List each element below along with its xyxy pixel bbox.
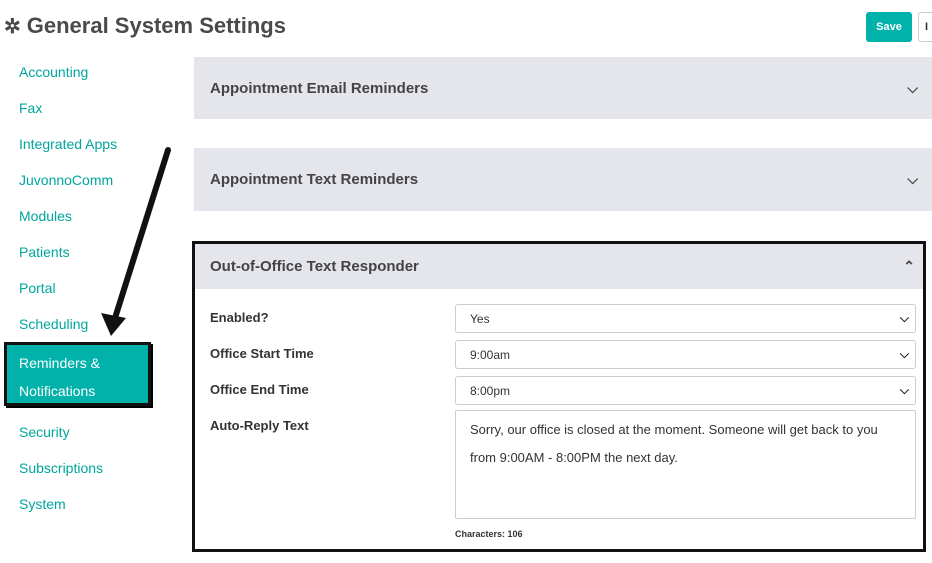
office-end-time-select[interactable]: 8:00pm ⌵ [455, 376, 916, 405]
panel-header[interactable]: Out-of-Office Text Responder ⌃ [195, 244, 923, 289]
chevron-down-icon: ⌵ [899, 347, 909, 361]
enabled-select[interactable]: Yes ⌵ [455, 304, 916, 333]
enabled-label: Enabled? [210, 310, 269, 325]
chevron-down-icon[interactable]: ⌵ [907, 80, 918, 97]
chevron-up-icon[interactable]: ⌃ [903, 258, 915, 275]
office-start-time-label: Office Start Time [210, 346, 314, 361]
office-end-time-label: Office End Time [210, 382, 309, 397]
panel-title: Appointment Text Reminders [210, 171, 419, 188]
panel-out-of-office-text-responder: Out-of-Office Text Responder ⌃ Enabled? … [192, 241, 926, 552]
auto-reply-textarea[interactable]: Sorry, our office is closed at the momen… [455, 410, 916, 519]
panel-header[interactable]: Appointment Text Reminders ⌵ [194, 148, 932, 211]
chevron-down-icon: ⌵ [899, 383, 909, 397]
office-end-time-value: 8:00pm [470, 383, 511, 398]
panel-header[interactable]: Appointment Email Reminders ⌵ [194, 57, 932, 119]
panel-title: Out-of-Office Text Responder [210, 258, 419, 275]
office-start-time-select[interactable]: 9:00am ⌵ [455, 340, 916, 369]
panel-appointment-text-reminders[interactable]: Appointment Text Reminders ⌵ [194, 148, 932, 211]
character-count: Characters: 106 [455, 529, 523, 539]
chevron-down-icon[interactable]: ⌵ [907, 171, 918, 188]
enabled-select-value: Yes [470, 311, 490, 326]
panel-appointment-email-reminders[interactable]: Appointment Email Reminders ⌵ [194, 57, 932, 119]
auto-reply-text-label: Auto-Reply Text [210, 418, 309, 433]
office-start-time-value: 9:00am [470, 347, 511, 362]
panel-title: Appointment Email Reminders [210, 79, 429, 97]
chevron-down-icon: ⌵ [899, 311, 909, 325]
